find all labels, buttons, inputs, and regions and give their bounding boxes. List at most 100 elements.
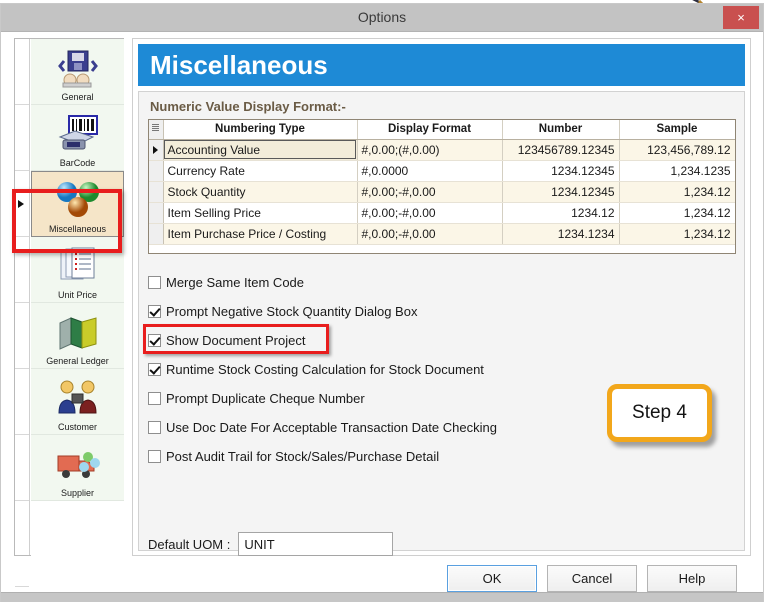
table-row[interactable]: Item Purchase Price / Costing#,0.00;-#,0… [149, 223, 735, 244]
cell-number[interactable]: 1234.1234 [502, 223, 619, 244]
checkbox-checked-icon[interactable] [148, 334, 161, 347]
checkbox-unchecked-icon[interactable] [148, 392, 161, 405]
spheres-icon [55, 179, 101, 223]
grip-icon [152, 124, 159, 132]
screenshot-root: Options × General [0, 0, 764, 609]
ok-button[interactable]: OK [447, 565, 537, 592]
column-header-numbering-type[interactable]: Numbering Type [163, 120, 357, 139]
row-selector-cell[interactable] [149, 202, 163, 223]
sidebar-gutter-cell-general[interactable] [15, 39, 29, 105]
current-item-arrow-icon [18, 200, 24, 208]
sidebar-item-label: BarCode [60, 158, 96, 168]
numeric-format-grid[interactable]: Numbering Type Display Format Number Sam… [148, 119, 736, 254]
sidebar-items: General BarCode [31, 39, 124, 555]
row-selector-cell[interactable] [149, 139, 163, 160]
barcode-icon [55, 113, 101, 157]
floppy-disk-icon [55, 47, 101, 91]
cell-number[interactable]: 123456789.12345 [502, 139, 619, 160]
sidebar-gutter-cell-general-ledger[interactable] [15, 303, 29, 369]
status-bar [1, 592, 763, 602]
sidebar-gutter-cell-supplier[interactable] [15, 435, 29, 501]
sidebar-item-miscellaneous[interactable]: Miscellaneous [31, 171, 124, 237]
sidebar-gutter-cell-barcode[interactable] [15, 105, 29, 171]
row-selector-cell[interactable] [149, 223, 163, 244]
page-title: Miscellaneous [138, 44, 745, 86]
step-callout-badge: Step 4 [607, 384, 712, 442]
default-uom-label: Default UOM : [148, 537, 230, 552]
sidebar-item-general-ledger[interactable]: General Ledger [31, 303, 124, 369]
default-uom-input[interactable] [238, 532, 393, 556]
checkbox-unchecked-icon[interactable] [148, 276, 161, 289]
checkbox-checked-icon[interactable] [148, 305, 161, 318]
cell-sample[interactable]: 1,234.12 [619, 202, 735, 223]
sidebar-gutter-cell-miscellaneous[interactable] [15, 171, 29, 237]
cancel-button[interactable]: Cancel [547, 565, 637, 592]
table-row[interactable]: Item Selling Price#,0.00;-#,0.001234.121… [149, 202, 735, 223]
cell-display-format[interactable]: #,0.00;-#,0.00 [357, 202, 502, 223]
truck-icon [55, 443, 101, 487]
sidebar-item-label: Customer [58, 422, 97, 432]
sidebar-item-general[interactable]: General [31, 39, 124, 105]
checkbox-row-runtime-stock-costing-calculation-for-stock-document[interactable]: Runtime Stock Costing Calculation for St… [148, 355, 738, 384]
sidebar-item-label: Unit Price [58, 290, 97, 300]
cell-numbering-type[interactable]: Currency Rate [163, 160, 357, 181]
cell-number[interactable]: 1234.12345 [502, 160, 619, 181]
current-row-arrow-icon [153, 146, 158, 154]
sidebar-gutter-cell-unit-price[interactable] [15, 237, 29, 303]
sidebar-item-unit-price[interactable]: Unit Price [31, 237, 124, 303]
close-button[interactable]: × [723, 6, 759, 29]
grid-corner-cell[interactable] [149, 120, 163, 139]
column-header-display-format[interactable]: Display Format [357, 120, 502, 139]
sidebar-item-supplier[interactable]: Supplier [31, 435, 124, 501]
sidebar-item-barcode[interactable]: BarCode [31, 105, 124, 171]
checkbox-checked-icon[interactable] [148, 363, 161, 376]
checkbox-label: Merge Same Item Code [166, 275, 304, 290]
checkbox-label: Use Doc Date For Acceptable Transaction … [166, 420, 497, 435]
cell-display-format[interactable]: #,0.00;(#,0.00) [357, 139, 502, 160]
cell-sample[interactable]: 1,234.1235 [619, 160, 735, 181]
column-header-sample[interactable]: Sample [619, 120, 735, 139]
help-button[interactable]: Help [647, 565, 737, 592]
cell-display-format[interactable]: #,0.00;-#,0.00 [357, 181, 502, 202]
checkbox-unchecked-icon[interactable] [148, 421, 161, 434]
cell-numbering-type[interactable]: Item Purchase Price / Costing [163, 223, 357, 244]
cell-numbering-type[interactable]: Accounting Value [163, 139, 357, 160]
cell-number[interactable]: 1234.12345 [502, 181, 619, 202]
sidebar-gutter [15, 39, 30, 555]
cell-numbering-type[interactable]: Item Selling Price [163, 202, 357, 223]
cell-sample[interactable]: 123,456,789.12 [619, 139, 735, 160]
sidebar-item-label: General [61, 92, 93, 102]
cell-display-format[interactable]: #,0.00;-#,0.00 [357, 223, 502, 244]
table-row[interactable]: Currency Rate#,0.00001234.123451,234.123… [149, 160, 735, 181]
title-bar: Options × [1, 4, 763, 32]
sidebar-item-label: General Ledger [46, 356, 109, 366]
window-title: Options [1, 4, 763, 31]
column-header-number[interactable]: Number [502, 120, 619, 139]
sidebar-gutter-cell-customer[interactable] [15, 369, 29, 435]
people-icon [55, 377, 101, 421]
checkbox-row-merge-same-item-code[interactable]: Merge Same Item Code [148, 268, 738, 297]
table-row[interactable]: Stock Quantity#,0.00;-#,0.001234.123451,… [149, 181, 735, 202]
checkbox-label: Runtime Stock Costing Calculation for St… [166, 362, 484, 377]
content-panel: Miscellaneous Numeric Value Display Form… [132, 38, 751, 556]
sidebar-item-label: Supplier [61, 488, 94, 498]
cell-sample[interactable]: 1,234.12 [619, 181, 735, 202]
cell-numbering-type[interactable]: Stock Quantity [163, 181, 357, 202]
table-row[interactable]: Accounting Value#,0.00;(#,0.00)123456789… [149, 139, 735, 160]
numeric-format-group-label: Numeric Value Display Format:- [150, 99, 346, 114]
cell-number[interactable]: 1234.12 [502, 202, 619, 223]
cell-sample[interactable]: 1,234.12 [619, 223, 735, 244]
checkbox-label: Prompt Negative Stock Quantity Dialog Bo… [166, 304, 417, 319]
cell-display-format[interactable]: #,0.0000 [357, 160, 502, 181]
checkbox-row-show-document-project[interactable]: Show Document Project [148, 326, 738, 355]
sidebar: General BarCode [14, 38, 124, 556]
checkbox-label: Post Audit Trail for Stock/Sales/Purchas… [166, 449, 439, 464]
row-selector-cell[interactable] [149, 160, 163, 181]
sidebar-item-customer[interactable]: Customer [31, 369, 124, 435]
window-body: General BarCode [1, 32, 763, 602]
checkbox-unchecked-icon[interactable] [148, 450, 161, 463]
sidebar-item-label: Miscellaneous [49, 224, 106, 234]
checkbox-row-post-audit-trail-for-stock-sales-purchase-detail[interactable]: Post Audit Trail for Stock/Sales/Purchas… [148, 442, 738, 471]
checkbox-row-prompt-negative-stock-quantity-dialog-box[interactable]: Prompt Negative Stock Quantity Dialog Bo… [148, 297, 738, 326]
row-selector-cell[interactable] [149, 181, 163, 202]
